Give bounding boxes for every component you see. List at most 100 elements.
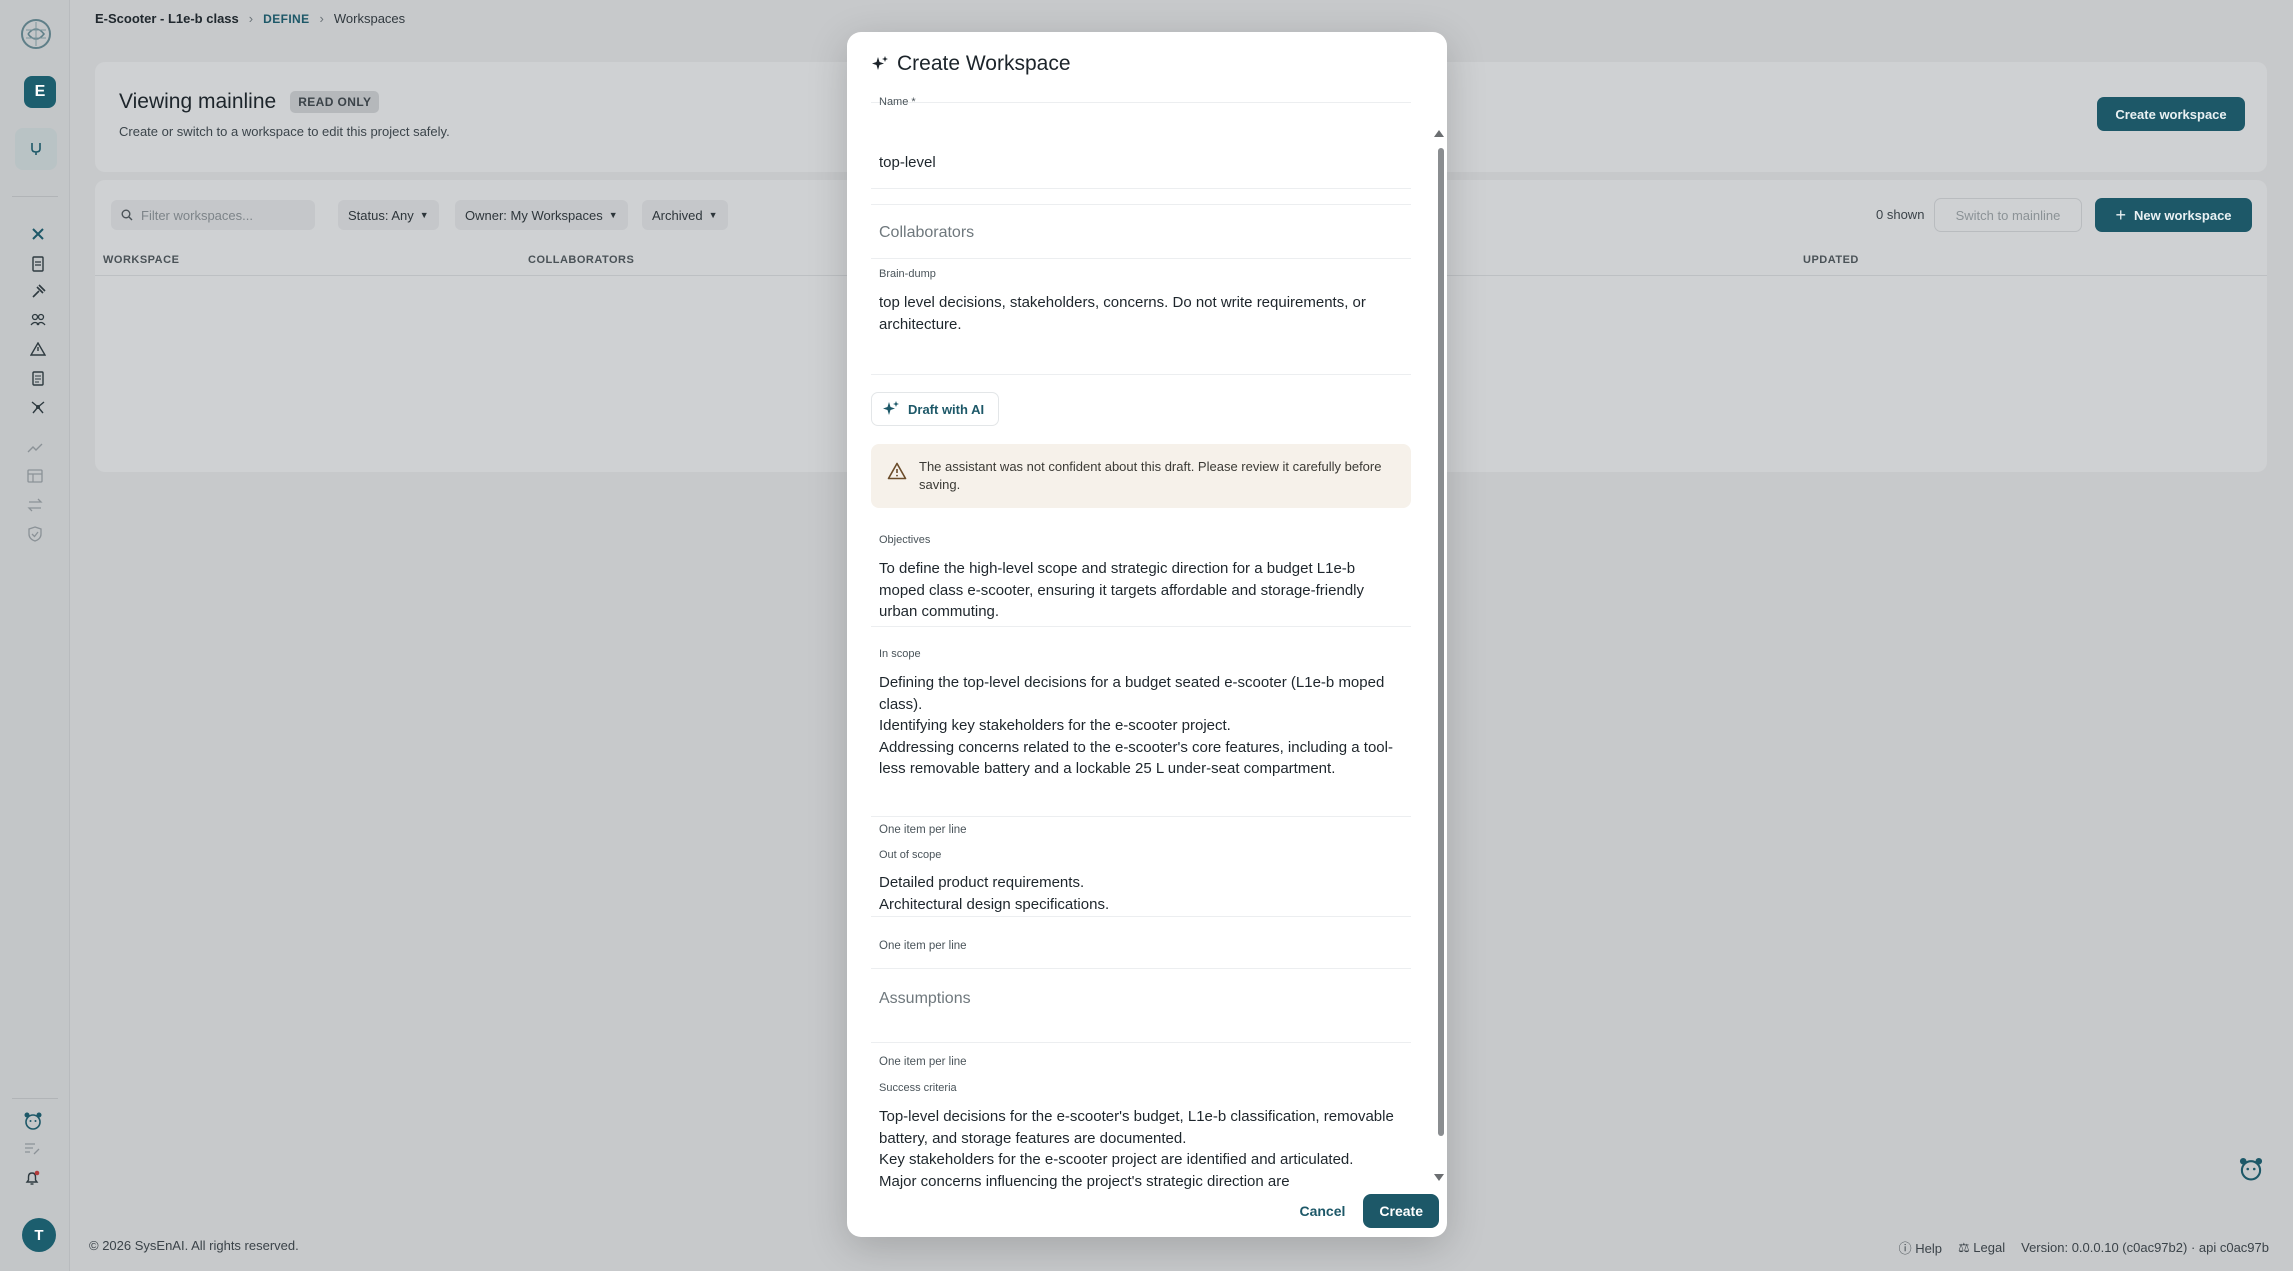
dialog-scrollbar[interactable] — [1438, 148, 1444, 1136]
caret-down-icon: ▼ — [708, 210, 718, 220]
objectives-textarea[interactable]: To define the high-level scope and strat… — [879, 558, 1399, 623]
dialog-scroll-body[interactable]: Name * top-level Collaborators Brain-dum… — [871, 96, 1411, 1212]
define-tools-icon[interactable] — [30, 226, 46, 242]
footer-copyright: © 2026 SysEnAI. All rights reserved. — [89, 1238, 299, 1253]
one-item-hint: One item per line — [879, 1056, 967, 1068]
low-confidence-alert: The assistant was not confident about th… — [871, 444, 1411, 508]
success-line: Top-level decisions for the e-scooter's … — [879, 1108, 1394, 1147]
out-of-scope-line: Detailed product requirements. — [879, 874, 1085, 891]
archived-filter-chip[interactable]: Archived ▼ — [642, 200, 728, 230]
draft-label: Draft with AI — [908, 401, 985, 417]
in-scope-label: In scope — [879, 648, 921, 660]
brain-logo-icon[interactable] — [18, 16, 54, 52]
one-item-hint: One item per line — [879, 940, 967, 952]
scroll-up-arrow-icon[interactable] — [1434, 130, 1444, 137]
alert-text: The assistant was not confident about th… — [919, 459, 1382, 492]
chip-label: Owner: My Workspaces — [465, 207, 603, 223]
success-line: Key stakeholders for the e-scooter proje… — [879, 1151, 1354, 1168]
document-icon[interactable] — [30, 256, 46, 272]
page-title: Viewing mainline — [119, 90, 277, 113]
new-workspace-button[interactable]: + New workspace — [2095, 198, 2252, 232]
success-line: Major concerns influencing the project's… — [879, 1172, 1290, 1190]
column-header-updated[interactable]: UPDATED — [1803, 254, 1859, 266]
field-divider — [871, 204, 1411, 205]
objectives-label: Objectives — [879, 534, 931, 546]
assistant-fab-icon[interactable] — [2238, 1156, 2264, 1182]
footer-links: ⓘ Help ⚖ Legal Version: 0.0.0.10 (c0ac97… — [1899, 1238, 2269, 1257]
name-input[interactable]: top-level — [879, 152, 1399, 174]
one-item-hint: One item per line — [879, 824, 967, 836]
out-of-scope-label: Out of scope — [879, 849, 942, 861]
shield-check-icon[interactable] — [27, 526, 43, 542]
warning-triangle-icon — [887, 462, 907, 480]
layout-icon[interactable] — [27, 468, 43, 484]
breadcrumb-project[interactable]: E-Scooter - L1e-b class — [95, 11, 239, 26]
legal-label: Legal — [1973, 1239, 2006, 1255]
new-workspace-label: New workspace — [2133, 207, 2232, 223]
create-workspace-button[interactable]: Create workspace — [2097, 97, 2245, 131]
owner-filter-chip[interactable]: Owner: My Workspaces ▼ — [455, 200, 628, 230]
version-info: Version: 0.0.0.10 (c0ac97b2) · api c0ac9… — [2021, 1240, 2269, 1255]
warning-triangle-icon[interactable] — [30, 341, 46, 357]
success-criteria-textarea[interactable]: Top-level decisions for the e-scooter's … — [879, 1106, 1399, 1192]
switch-to-mainline-button[interactable]: Switch to mainline — [1934, 198, 2082, 232]
braindump-label: Brain-dump — [879, 268, 936, 280]
create-button[interactable]: Create — [1363, 1194, 1439, 1228]
side-rail: E T — [0, 0, 70, 1271]
chip-label: Status: Any — [348, 207, 414, 223]
name-label: Name * — [879, 96, 916, 108]
breadcrumb-section[interactable]: DEFINE — [263, 12, 309, 26]
column-header-collaborators[interactable]: COLLABORATORS — [528, 254, 634, 266]
sparkles-icon — [872, 56, 888, 70]
breadcrumb-page: Workspaces — [333, 11, 406, 26]
status-filter-chip[interactable]: Status: Any ▼ — [338, 200, 439, 230]
column-header-workspace[interactable]: WORKSPACE — [103, 254, 179, 266]
draft-with-ai-button[interactable]: Draft with AI — [871, 392, 1000, 426]
filter-placeholder: Filter workspaces... — [141, 207, 253, 223]
shown-count: 0 shown — [1876, 207, 1925, 222]
field-divider — [871, 626, 1411, 627]
breadcrumb: E-Scooter - L1e-b class › DEFINE › Works… — [95, 11, 405, 26]
swap-icon[interactable] — [27, 497, 43, 513]
help-link[interactable]: ⓘ Help — [1899, 1238, 1942, 1257]
in-scope-line: Addressing concerns related to the e-sco… — [879, 738, 1393, 778]
out-of-scope-line: Architectural design specifications. — [879, 895, 1110, 913]
field-divider — [871, 188, 1411, 189]
rail-divider — [12, 196, 58, 197]
field-divider — [871, 916, 1411, 917]
in-scope-textarea[interactable]: Defining the top-level decisions for a b… — [879, 672, 1399, 780]
branch-button[interactable] — [15, 128, 57, 170]
legal-link[interactable]: ⚖ Legal — [1958, 1240, 2005, 1256]
notification-bell-icon[interactable] — [24, 1170, 40, 1186]
caret-down-icon: ▼ — [419, 210, 429, 220]
field-divider — [871, 1042, 1411, 1043]
in-scope-line: Defining the top-level decisions for a b… — [879, 674, 1385, 713]
workspace-avatar[interactable]: E — [24, 76, 56, 108]
braindump-textarea[interactable]: top level decisions, stakeholders, conce… — [879, 292, 1399, 335]
gavel-icon[interactable] — [30, 284, 46, 300]
branch-icon — [31, 143, 41, 155]
out-of-scope-textarea[interactable]: Detailed product requirements. Architect… — [879, 872, 1399, 915]
collaborators-input[interactable]: Collaborators — [879, 224, 974, 242]
filter-workspaces-input[interactable]: Filter workspaces... — [111, 200, 315, 230]
scroll-down-arrow-icon[interactable] — [1434, 1174, 1444, 1181]
network-icon[interactable] — [30, 399, 46, 415]
chevron-right-icon: › — [248, 11, 254, 26]
assistant-bear-icon[interactable] — [23, 1111, 43, 1131]
chip-label: Archived — [652, 207, 703, 223]
cancel-button[interactable]: Cancel — [1299, 1203, 1345, 1219]
user-avatar[interactable]: T — [22, 1218, 56, 1252]
trend-icon[interactable] — [27, 440, 43, 456]
dialog-title: Create Workspace — [897, 52, 1071, 75]
rail-divider — [12, 1098, 58, 1099]
banner-subtitle: Create or switch to a workspace to edit … — [119, 124, 450, 139]
caret-down-icon: ▼ — [608, 210, 618, 220]
search-icon — [121, 209, 133, 221]
assumptions-textarea[interactable]: Assumptions — [879, 990, 971, 1008]
plus-icon: + — [2115, 204, 2126, 225]
in-scope-line: Identifying key stakeholders for the e-s… — [879, 717, 1231, 734]
clipboard-icon[interactable] — [30, 370, 46, 386]
list-edit-icon[interactable] — [24, 1141, 40, 1157]
read-only-badge: READ ONLY — [290, 91, 380, 113]
stakeholders-icon[interactable] — [30, 312, 46, 328]
